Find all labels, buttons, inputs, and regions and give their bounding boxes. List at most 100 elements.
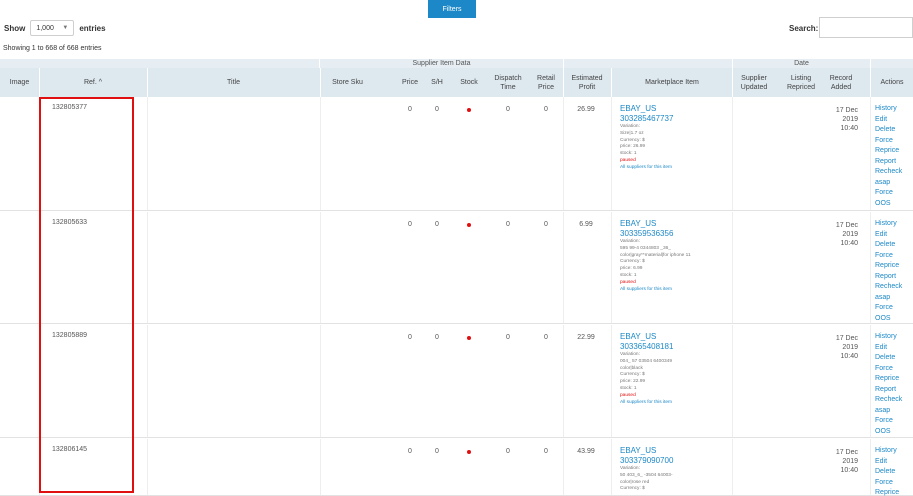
header-stock[interactable]: Stock <box>452 68 486 97</box>
action-reprice-link[interactable]: Reprice <box>875 374 902 385</box>
marketplace-link[interactable]: EBAY_US <box>620 104 730 114</box>
row-actions: History Edit Delete Force Reprice Report Reche… <box>875 104 902 209</box>
header-listing-repriced[interactable]: Listing Repriced <box>777 68 825 97</box>
table-row: 132805889 0 0 0 0 22.99 EBAY_US 303365408181 Var… <box>0 325 913 438</box>
action-oos-link[interactable]: OOS <box>875 427 902 438</box>
sh-value: 0 <box>435 448 439 455</box>
item-id-link[interactable]: 303359536356 <box>620 229 730 239</box>
action-history-link[interactable]: History <box>875 332 902 343</box>
record-added-date: 17 Dec 2019 10:40 <box>834 334 858 361</box>
item-detail: price: 6.99 <box>620 266 643 272</box>
header-ref[interactable]: Ref. ^ <box>39 68 147 97</box>
action-history-link[interactable]: History <box>875 104 902 115</box>
action-report-link[interactable]: Report <box>875 157 902 168</box>
entries-select[interactable]: 1,000 ▼ <box>30 20 75 36</box>
action-force-link[interactable]: Force <box>875 303 902 314</box>
action-force-link[interactable]: Force <box>875 478 899 489</box>
action-asap-link[interactable]: asap <box>875 293 902 304</box>
action-report-link[interactable]: Report <box>875 272 902 283</box>
action-delete-link[interactable]: Delete <box>875 125 902 136</box>
search-input[interactable] <box>819 17 913 38</box>
header-price[interactable]: Price <box>396 68 424 97</box>
all-suppliers-link[interactable]: All suppliers for this item <box>620 287 730 294</box>
action-delete-link[interactable]: Delete <box>875 240 902 251</box>
all-suppliers-link[interactable]: All suppliers for this item <box>620 165 730 172</box>
action-force-link[interactable]: Force <box>875 364 902 375</box>
action-report-link[interactable]: Report <box>875 385 902 396</box>
profit-value: 26.99 <box>577 106 595 113</box>
action-force-link[interactable]: Force <box>875 188 902 199</box>
profit-value: 43.99 <box>577 448 595 455</box>
price-value: 0 <box>408 448 412 455</box>
header-dispatch-time[interactable]: Dispatch Time <box>490 68 526 97</box>
row-actions: History Edit Delete Force Reprice Report Reche… <box>875 332 902 437</box>
header-store-sku[interactable]: Store Sku <box>330 68 365 97</box>
profit-value: 6.99 <box>579 221 593 228</box>
stock-status-dot <box>467 108 471 112</box>
item-detail: 004_ 57 03504 6400349 <box>620 358 673 364</box>
header-retail-price[interactable]: Retail Price <box>529 68 563 97</box>
record-added-date: 17 Dec 2019 10:40 <box>834 221 858 248</box>
entries-label: entries <box>79 23 106 33</box>
item-id-link[interactable]: 303285467737 <box>620 114 730 124</box>
action-edit-link[interactable]: Edit <box>875 343 902 354</box>
marketplace-link[interactable]: EBAY_US <box>620 219 730 229</box>
retail-value: 0 <box>544 221 548 228</box>
action-asap-link[interactable]: asap <box>875 178 902 189</box>
action-force-link[interactable]: Force <box>875 416 902 427</box>
header-supplier-updated[interactable]: Supplier Updated <box>733 68 775 97</box>
status-paused: paused <box>620 157 636 163</box>
dispatch-value: 0 <box>506 334 510 341</box>
item-detail: price: 22.99 <box>620 379 646 385</box>
action-oos-link[interactable]: OOS <box>875 199 902 210</box>
all-suppliers-link[interactable]: All suppliers for this item <box>620 400 730 407</box>
status-paused: paused <box>620 392 636 398</box>
action-history-link[interactable]: History <box>875 446 899 457</box>
item-id-link[interactable]: 303365408181 <box>620 342 730 352</box>
action-force-link[interactable]: Force <box>875 251 902 262</box>
filters-button[interactable]: Filters <box>428 0 476 18</box>
marketplace-link[interactable]: EBAY_US <box>620 446 730 456</box>
action-edit-link[interactable]: Edit <box>875 457 899 468</box>
item-detail: 595 99-4 0344803 _36_ <box>620 245 671 251</box>
action-recheck-link[interactable]: Recheck <box>875 395 902 406</box>
profit-value: 22.99 <box>577 334 595 341</box>
action-delete-link[interactable]: Delete <box>875 467 899 478</box>
action-reprice-link[interactable]: Reprice <box>875 488 899 496</box>
action-force-link[interactable]: Force <box>875 136 902 147</box>
row-actions: History Edit Delete Force Reprice Report Reche… <box>875 219 902 324</box>
price-value: 0 <box>408 106 412 113</box>
header-title[interactable]: Title <box>147 68 320 97</box>
action-history-link[interactable]: History <box>875 219 902 230</box>
item-detail: 50 403_6_ -3504 64003- <box>620 472 673 478</box>
marketplace-item: EBAY_US 303365408181 Variation: 004_ 57 035… <box>620 332 730 406</box>
date-part: 17 Dec <box>835 107 858 114</box>
header-estimated-profit[interactable]: Estimated Profit <box>563 68 611 97</box>
action-edit-link[interactable]: Edit <box>875 115 902 126</box>
action-asap-link[interactable]: asap <box>875 406 902 417</box>
column-group-header: Supplier Item Data Date <box>0 59 913 68</box>
action-reprice-link[interactable]: Reprice <box>875 146 902 157</box>
header-record-added[interactable]: Record Added <box>826 68 856 97</box>
action-delete-link[interactable]: Delete <box>875 353 902 364</box>
item-detail: stock: 1 <box>620 385 637 391</box>
stock-status-dot <box>467 223 471 227</box>
header-image: Image <box>9 79 30 86</box>
retail-value: 0 <box>544 106 548 113</box>
action-recheck-link[interactable]: Recheck <box>875 282 902 293</box>
action-reprice-link[interactable]: Reprice <box>875 261 902 272</box>
sh-value: 0 <box>435 106 439 113</box>
item-detail: Currency: $ <box>620 486 645 492</box>
action-edit-link[interactable]: Edit <box>875 230 902 241</box>
action-recheck-link[interactable]: Recheck <box>875 167 902 178</box>
retail-value: 0 <box>544 334 548 341</box>
header-marketplace-item[interactable]: Marketplace Item <box>612 68 732 97</box>
header-sh[interactable]: S/H <box>426 68 448 97</box>
item-id-link[interactable]: 303379090700 <box>620 456 730 466</box>
item-detail: Variation: <box>620 352 640 357</box>
price-value: 0 <box>408 221 412 228</box>
table-row: 132805377 0 0 0 0 26.99 EBAY_US 303285467737 Var… <box>0 97 913 211</box>
marketplace-link[interactable]: EBAY_US <box>620 332 730 342</box>
action-oos-link[interactable]: OOS <box>875 314 902 325</box>
date-part: 2019 <box>842 344 858 351</box>
